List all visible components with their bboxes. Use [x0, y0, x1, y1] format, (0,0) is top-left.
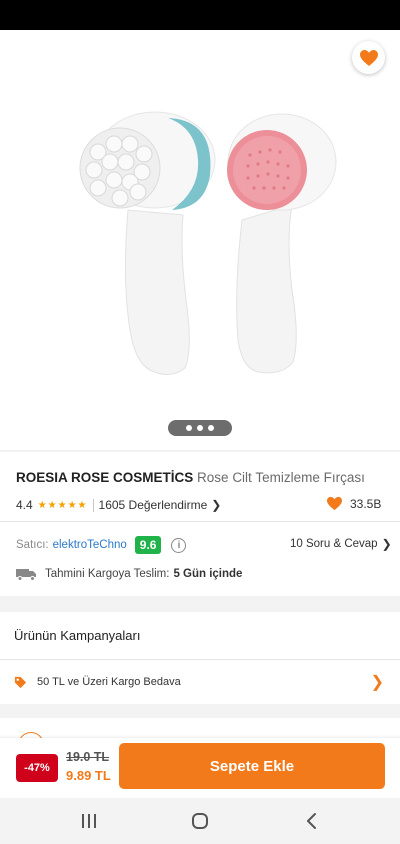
info-icon[interactable]: i	[171, 537, 187, 553]
pager-dot	[197, 425, 203, 431]
chevron-right-icon: ❯	[211, 498, 222, 512]
divider	[0, 521, 400, 522]
system-back-button[interactable]	[297, 808, 327, 834]
add-to-cart-button[interactable]: Sepete Ekle	[119, 743, 385, 789]
campaign-section: Ürünün Kampanyaları 50 TL ve Üzeri Kargo…	[0, 612, 400, 704]
back-chevron-icon	[307, 813, 316, 829]
product-gallery[interactable]	[0, 30, 400, 450]
qa-label: 10 Soru & Cevap	[290, 538, 378, 550]
top-bar	[0, 30, 400, 86]
seller-name-link[interactable]: elektroTeChno	[53, 539, 127, 551]
favorite-button[interactable]	[352, 41, 385, 74]
seller-score-badge: 9.6	[134, 536, 162, 554]
new-price: 9.89 TL	[66, 768, 111, 783]
pager-dot	[208, 425, 214, 431]
pager-dot	[186, 425, 192, 431]
delivery-row: Tahmini Kargoya Teslim: 5 Gün içinde	[16, 564, 242, 584]
divider	[92, 498, 94, 512]
qa-link[interactable]: 10 Soru & Cevap ❯	[290, 537, 392, 551]
back-button[interactable]	[12, 42, 42, 72]
discount-badge: -47%	[16, 754, 58, 782]
old-price: 19.0 TL	[66, 750, 110, 764]
rating-row[interactable]: 4.4 ★★★★★ 1605 Değerlendirme ❯	[16, 496, 221, 514]
home-icon	[192, 813, 208, 829]
campaign-item[interactable]: 50 TL ve Üzeri Kargo Bedava ❯	[14, 660, 386, 704]
truck-icon	[16, 569, 36, 581]
share-icon	[310, 48, 326, 66]
delivery-label: Tahmini Kargoya Teslim:	[45, 568, 170, 580]
system-nav-bar	[0, 798, 400, 844]
seller-row: Satıcı: elektroTeChno 9.6 i	[16, 534, 187, 556]
next-section-peek	[0, 718, 400, 758]
heart-icon	[359, 49, 378, 66]
product-info: ROESIA ROSE COSMETİCS Rose Cilt Temizlem…	[0, 452, 400, 596]
recents-button[interactable]	[74, 808, 104, 834]
product-image	[79, 111, 337, 375]
home-button[interactable]	[185, 808, 215, 834]
recents-icon	[82, 814, 96, 828]
tag-icon	[14, 676, 27, 688]
rating-stars: ★★★★★	[37, 499, 88, 511]
arrow-left-icon	[18, 49, 36, 65]
status-bar	[0, 0, 400, 30]
review-count[interactable]: 1605 Değerlendirme	[99, 498, 208, 512]
chevron-right-icon: ❯	[381, 537, 392, 551]
brand-name[interactable]: ROESIA ROSE COSMETİCS	[16, 470, 193, 485]
chevron-right-icon: ❯	[370, 674, 384, 691]
heart-icon	[327, 496, 342, 511]
like-count[interactable]: 33.5B	[326, 496, 381, 511]
like-count-value: 33.5B	[350, 496, 382, 511]
rating-value: 4.4	[16, 498, 33, 512]
share-button[interactable]	[303, 42, 333, 72]
product-title: ROESIA ROSE COSMETİCS Rose Cilt Temizlem…	[16, 470, 386, 486]
campaign-item-label: 50 TL ve Üzeri Kargo Bedava	[37, 676, 181, 688]
seller-label: Satıcı:	[16, 539, 49, 551]
product-name: Rose Cilt Temizleme Fırçası	[197, 470, 365, 485]
image-pager[interactable]	[168, 420, 232, 436]
delivery-value: 5 Gün içinde	[173, 568, 243, 580]
campaign-title: Ürünün Kampanyaları	[14, 628, 141, 643]
purchase-bar: -47% 19.0 TL 9.89 TL Sepete Ekle	[0, 738, 400, 798]
